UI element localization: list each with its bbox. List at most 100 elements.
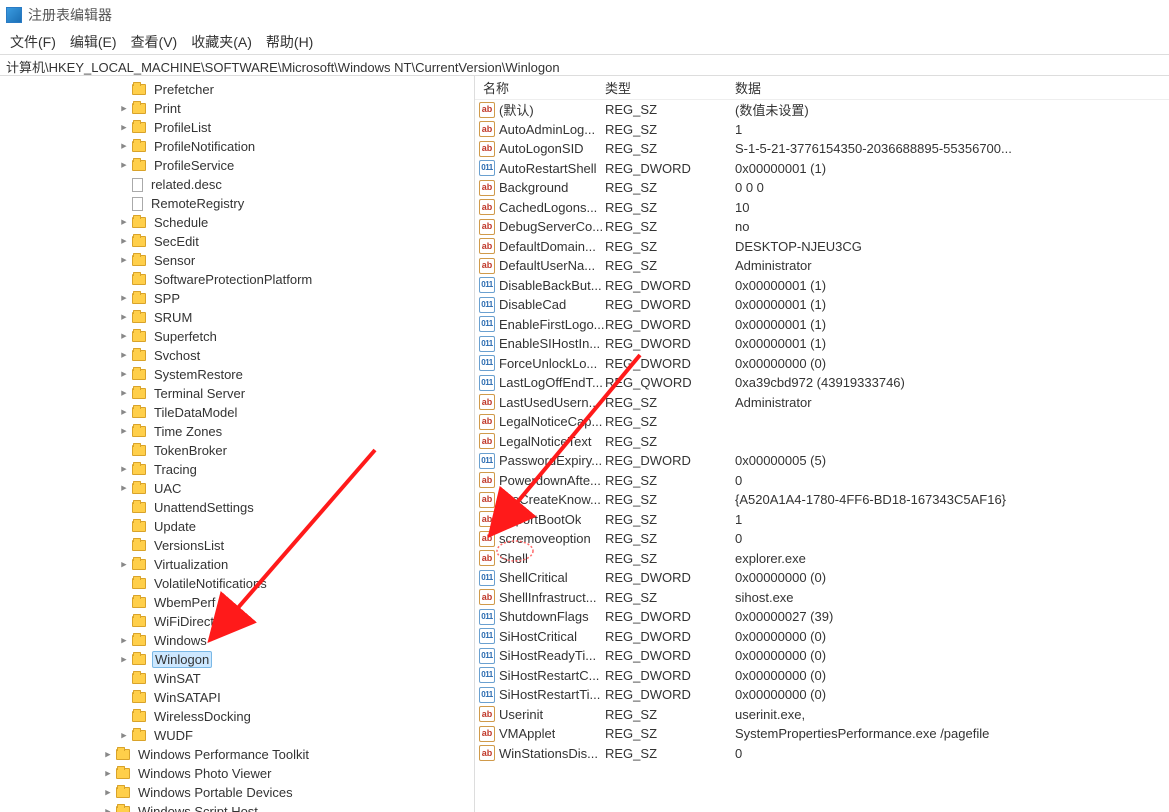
value-row[interactable]: abWinStationsDis...REG_SZ0 (475, 744, 1169, 764)
value-list[interactable]: 名称 类型 数据 ab(默认)REG_SZ(数值未设置)abAutoAdminL… (475, 76, 1169, 812)
value-row[interactable]: 011EnableFirstLogo...REG_DWORD0x00000001… (475, 315, 1169, 335)
value-row[interactable]: 011SiHostReadyTi...REG_DWORD0x00000000 (… (475, 646, 1169, 666)
value-row[interactable]: ab(默认)REG_SZ(数值未设置) (475, 100, 1169, 120)
chevron-right-icon[interactable]: ▶ (104, 789, 112, 797)
tree-item[interactable]: ▶SecEdit (6, 232, 474, 251)
value-row[interactable]: 011PasswordExpiry...REG_DWORD0x00000005 … (475, 451, 1169, 471)
tree-item[interactable]: ▶UAC (6, 479, 474, 498)
menu-edit[interactable]: 编辑(E) (66, 30, 121, 54)
value-row[interactable]: abShellREG_SZexplorer.exe (475, 549, 1169, 569)
tree-item[interactable]: ▶TileDataModel (6, 403, 474, 422)
value-row[interactable]: 011ShellCriticalREG_DWORD0x00000000 (0) (475, 568, 1169, 588)
value-row[interactable]: 011DisableBackBut...REG_DWORD0x00000001 … (475, 276, 1169, 296)
chevron-right-icon[interactable]: ▶ (120, 428, 128, 436)
value-row[interactable]: abscremoveoptionREG_SZ0 (475, 529, 1169, 549)
tree-item[interactable]: ▶Windows Photo Viewer (6, 764, 474, 783)
tree-item[interactable]: ▶SystemRestore (6, 365, 474, 384)
tree-item[interactable]: ▶Time Zones (6, 422, 474, 441)
address-bar[interactable]: 计算机\HKEY_LOCAL_MACHINE\SOFTWARE\Microsof… (0, 54, 1169, 76)
column-header-type[interactable]: 类型 (605, 78, 735, 97)
value-row[interactable]: 011SiHostCriticalREG_DWORD0x00000000 (0) (475, 627, 1169, 647)
value-row[interactable]: abVMAppletREG_SZSystemPropertiesPerforma… (475, 724, 1169, 744)
tree-item[interactable]: ▶Schedule (6, 213, 474, 232)
chevron-right-icon[interactable]: ▶ (120, 238, 128, 246)
tree-item[interactable]: ▶Print (6, 99, 474, 118)
tree-item[interactable]: ▶WbemPerf (6, 593, 474, 612)
menu-file[interactable]: 文件(F) (6, 30, 60, 54)
value-row[interactable]: 011AutoRestartShellREG_DWORD0x00000001 (… (475, 159, 1169, 179)
chevron-right-icon[interactable]: ▶ (120, 352, 128, 360)
chevron-right-icon[interactable]: ▶ (120, 732, 128, 740)
tree-item[interactable]: ▶related.desc (6, 175, 474, 194)
chevron-right-icon[interactable]: ▶ (120, 371, 128, 379)
tree-item[interactable]: ▶Terminal Server (6, 384, 474, 403)
chevron-right-icon[interactable]: ▶ (120, 333, 128, 341)
key-tree[interactable]: ▶Prefetcher▶Print▶ProfileList▶ProfileNot… (0, 76, 475, 812)
chevron-right-icon[interactable]: ▶ (104, 808, 112, 812)
menu-view[interactable]: 查看(V) (127, 30, 182, 54)
chevron-right-icon[interactable]: ▶ (120, 485, 128, 493)
value-row[interactable]: abPreCreateKnow...REG_SZ{A520A1A4-1780-4… (475, 490, 1169, 510)
column-header-data[interactable]: 数据 (735, 78, 1169, 97)
value-row[interactable]: abAutoLogonSIDREG_SZS-1-5-21-3776154350-… (475, 139, 1169, 159)
tree-item[interactable]: ▶SoftwareProtectionPlatform (6, 270, 474, 289)
chevron-right-icon[interactable]: ▶ (120, 390, 128, 398)
tree-item[interactable]: ▶VersionsList (6, 536, 474, 555)
tree-item[interactable]: ▶Update (6, 517, 474, 536)
value-row[interactable]: 011SiHostRestartTi...REG_DWORD0x00000000… (475, 685, 1169, 705)
chevron-right-icon[interactable]: ▶ (120, 466, 128, 474)
tree-item[interactable]: ▶Windows Script Host (6, 802, 474, 812)
chevron-right-icon[interactable]: ▶ (120, 295, 128, 303)
tree-item[interactable]: ▶WinSAT (6, 669, 474, 688)
value-row[interactable]: 011ShutdownFlagsREG_DWORD0x00000027 (39) (475, 607, 1169, 627)
tree-item[interactable]: ▶WiFiDirectAPI (6, 612, 474, 631)
chevron-right-icon[interactable]: ▶ (120, 637, 128, 645)
tree-item[interactable]: ▶Svchost (6, 346, 474, 365)
value-row[interactable]: abReportBootOkREG_SZ1 (475, 510, 1169, 530)
tree-item[interactable]: ▶Superfetch (6, 327, 474, 346)
chevron-right-icon[interactable]: ▶ (120, 656, 128, 664)
tree-item[interactable]: ▶Prefetcher (6, 80, 474, 99)
value-row[interactable]: abShellInfrastruct...REG_SZsihost.exe (475, 588, 1169, 608)
value-row[interactable]: 011SiHostRestartC...REG_DWORD0x00000000 … (475, 666, 1169, 686)
chevron-right-icon[interactable]: ▶ (120, 143, 128, 151)
value-row[interactable]: abPowerdownAfte...REG_SZ0 (475, 471, 1169, 491)
tree-item[interactable]: ▶Sensor (6, 251, 474, 270)
tree-item[interactable]: ▶Windows (6, 631, 474, 650)
tree-item[interactable]: ▶ProfileNotification (6, 137, 474, 156)
value-row[interactable]: 011EnableSIHostIn...REG_DWORD0x00000001 … (475, 334, 1169, 354)
chevron-right-icon[interactable]: ▶ (120, 561, 128, 569)
value-row[interactable]: abDefaultUserNa...REG_SZAdministrator (475, 256, 1169, 276)
value-row[interactable]: abLegalNoticeTextREG_SZ (475, 432, 1169, 452)
tree-item[interactable]: ▶Windows Performance Toolkit (6, 745, 474, 764)
chevron-right-icon[interactable]: ▶ (120, 409, 128, 417)
value-row[interactable]: 011ForceUnlockLo...REG_DWORD0x00000000 (… (475, 354, 1169, 374)
value-row[interactable]: 011DisableCadREG_DWORD0x00000001 (1) (475, 295, 1169, 315)
tree-item[interactable]: ▶UnattendSettings (6, 498, 474, 517)
chevron-right-icon[interactable]: ▶ (120, 219, 128, 227)
tree-item[interactable]: ▶Winlogon (6, 650, 474, 669)
chevron-right-icon[interactable]: ▶ (104, 751, 112, 759)
tree-item[interactable]: ▶Windows Portable Devices (6, 783, 474, 802)
tree-item[interactable]: ▶TokenBroker (6, 441, 474, 460)
value-row[interactable]: abDefaultDomain...REG_SZDESKTOP-NJEU3CG (475, 237, 1169, 257)
value-row[interactable]: abUserinitREG_SZuserinit.exe, (475, 705, 1169, 725)
tree-item[interactable]: ▶ProfileService (6, 156, 474, 175)
tree-item[interactable]: ▶Virtualization (6, 555, 474, 574)
value-row[interactable]: abAutoAdminLog...REG_SZ1 (475, 120, 1169, 140)
tree-item[interactable]: ▶WirelessDocking (6, 707, 474, 726)
value-row[interactable]: abDebugServerCo...REG_SZno (475, 217, 1169, 237)
tree-item[interactable]: ▶WUDF (6, 726, 474, 745)
menu-help[interactable]: 帮助(H) (262, 30, 317, 54)
value-row[interactable]: abCachedLogons...REG_SZ10 (475, 198, 1169, 218)
chevron-right-icon[interactable]: ▶ (120, 257, 128, 265)
chevron-right-icon[interactable]: ▶ (120, 162, 128, 170)
value-row[interactable]: abLastUsedUsern...REG_SZAdministrator (475, 393, 1169, 413)
tree-item[interactable]: ▶SRUM (6, 308, 474, 327)
column-header-name[interactable]: 名称 (475, 78, 605, 97)
chevron-right-icon[interactable]: ▶ (120, 105, 128, 113)
value-row[interactable]: abBackgroundREG_SZ0 0 0 (475, 178, 1169, 198)
value-row[interactable]: 011LastLogOffEndT...REG_QWORD0xa39cbd972… (475, 373, 1169, 393)
tree-item[interactable]: ▶WinSATAPI (6, 688, 474, 707)
tree-item[interactable]: ▶SPP (6, 289, 474, 308)
